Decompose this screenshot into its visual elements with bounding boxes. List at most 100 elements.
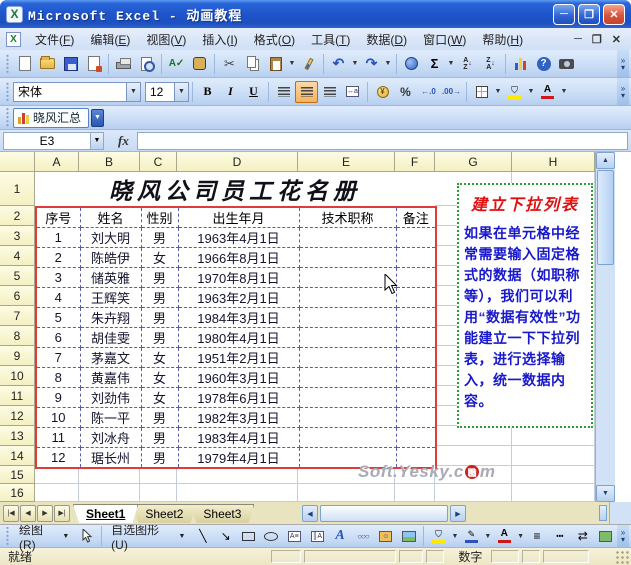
- table-cell[interactable]: 1: [35, 227, 81, 248]
- table-cell[interactable]: [395, 407, 437, 428]
- fill-color-dropdown[interactable]: ▼: [526, 81, 536, 103]
- scroll-down-icon[interactable]: ▼: [596, 485, 615, 502]
- diagram-icon[interactable]: ○○○: [352, 525, 375, 547]
- table-cell[interactable]: [395, 287, 437, 308]
- menu-o[interactable]: 格式(O): [246, 30, 303, 50]
- cell-H13[interactable]: [512, 426, 595, 446]
- column-header-c[interactable]: C: [140, 152, 177, 172]
- row-header-10[interactable]: 10: [0, 366, 35, 386]
- next-sheet-icon[interactable]: ▶: [37, 504, 53, 522]
- menu-v[interactable]: 视图(V): [138, 30, 194, 50]
- toolbar-grip[interactable]: [5, 108, 10, 127]
- line-color-dropdown[interactable]: ▼: [483, 525, 493, 547]
- table-cell[interactable]: 9: [35, 387, 81, 408]
- vertical-scrollbar[interactable]: ▲ ▼: [595, 152, 615, 502]
- table-cell[interactable]: 陈一平: [79, 407, 142, 428]
- table-cell[interactable]: 茅嘉文: [79, 347, 142, 368]
- font-color-button[interactable]: A: [536, 81, 559, 103]
- table-cell[interactable]: 朱卉翔: [79, 307, 142, 328]
- row-header-6[interactable]: 6: [0, 286, 35, 306]
- arrow-icon[interactable]: ↘: [214, 525, 237, 547]
- borders-dropdown[interactable]: ▼: [493, 81, 503, 103]
- fill-color-button[interactable]: ⛉: [503, 81, 526, 103]
- table-cell[interactable]: 3: [35, 267, 81, 288]
- table-cell[interactable]: [298, 327, 397, 348]
- menu-w[interactable]: 窗口(W): [415, 30, 474, 50]
- table-cell[interactable]: 储英雅: [79, 267, 142, 288]
- toolbar-grip[interactable]: [5, 80, 10, 103]
- table-cell[interactable]: 1984年3月1日: [177, 307, 300, 328]
- menu-f[interactable]: 文件(F): [27, 30, 82, 50]
- table-cell[interactable]: 女: [140, 347, 179, 368]
- decrease-decimal-button[interactable]: .00→: [440, 81, 463, 103]
- currency-button[interactable]: ¥: [371, 81, 394, 103]
- table-cell[interactable]: 女: [140, 367, 179, 388]
- table-cell[interactable]: 刘劲伟: [79, 387, 142, 408]
- picture-icon[interactable]: [397, 525, 420, 547]
- table-cell[interactable]: [298, 247, 397, 268]
- toolbar-options-icon[interactable]: ▼: [91, 108, 105, 127]
- table-cell[interactable]: [298, 387, 397, 408]
- table-cell[interactable]: 1970年8月1日: [177, 267, 300, 288]
- table-header-cell[interactable]: 姓名: [79, 206, 142, 228]
- arrow-style-icon[interactable]: ⇄: [571, 525, 594, 547]
- table-cell[interactable]: 男: [140, 407, 179, 428]
- row-header-8[interactable]: 8: [0, 326, 35, 346]
- bold-button[interactable]: B: [196, 81, 219, 103]
- table-cell[interactable]: 刘大明: [79, 227, 142, 248]
- table-cell[interactable]: 男: [140, 267, 179, 288]
- clipart-icon[interactable]: ☺: [374, 525, 397, 547]
- increase-decimal-button[interactable]: ←.0: [417, 81, 440, 103]
- table-cell[interactable]: 2: [35, 247, 81, 268]
- row-header-4[interactable]: 4: [0, 246, 35, 266]
- merge-center-button[interactable]: ↔a: [341, 81, 364, 103]
- xiaofeng-summary-button[interactable]: 晓风汇总: [13, 107, 90, 128]
- table-cell[interactable]: 刘冰舟: [79, 427, 142, 448]
- paste-dropdown[interactable]: ▼: [287, 53, 297, 75]
- minimize-button[interactable]: ─: [553, 3, 575, 25]
- table-cell[interactable]: [298, 367, 397, 388]
- column-header-a[interactable]: A: [35, 152, 79, 172]
- menu-d[interactable]: 数据(D): [358, 30, 415, 50]
- scroll-left-icon[interactable]: ◀: [302, 505, 318, 522]
- cut-button[interactable]: ✂: [218, 53, 241, 75]
- column-header-f[interactable]: F: [395, 152, 435, 172]
- chevron-down-icon[interactable]: ▼: [174, 82, 188, 101]
- row-header-15[interactable]: 15: [0, 466, 35, 484]
- table-cell[interactable]: [298, 287, 397, 308]
- table-header-cell[interactable]: 技术职称: [298, 206, 397, 228]
- workbook-restore-button[interactable]: ❐: [592, 33, 602, 46]
- table-cell[interactable]: 1979年4月1日: [177, 447, 300, 469]
- font-size-combo[interactable]: 12 ▼: [145, 81, 189, 102]
- font-color-dropdown[interactable]: ▼: [516, 525, 526, 547]
- copy-button[interactable]: [241, 53, 264, 75]
- camera-button[interactable]: [555, 53, 578, 75]
- table-cell[interactable]: 陈皓伊: [79, 247, 142, 268]
- cell-H15[interactable]: [512, 466, 595, 484]
- table-cell[interactable]: 12: [35, 447, 81, 469]
- table-cell[interactable]: [298, 407, 397, 428]
- insert-function-icon[interactable]: fx: [118, 133, 129, 149]
- chevron-down-icon[interactable]: ▼: [126, 82, 140, 101]
- toolbar-options-icon[interactable]: » ▾: [617, 78, 629, 105]
- spelling-button[interactable]: A✓: [165, 53, 188, 75]
- tab-sheet3[interactable]: Sheet3: [190, 504, 254, 523]
- cell-D16[interactable]: [177, 484, 298, 502]
- workbook-minimize-button[interactable]: ─: [574, 33, 582, 46]
- font-color-dropdown[interactable]: ▼: [559, 81, 569, 103]
- table-cell[interactable]: 1951年2月1日: [177, 347, 300, 368]
- oval-icon[interactable]: [260, 525, 283, 547]
- table-cell[interactable]: [395, 327, 437, 348]
- close-button[interactable]: ✕: [603, 3, 625, 25]
- underline-button[interactable]: U: [242, 81, 265, 103]
- row-header-11[interactable]: 11: [0, 386, 35, 406]
- table-cell[interactable]: [298, 267, 397, 288]
- table-header-cell[interactable]: 序号: [35, 206, 81, 228]
- table-cell[interactable]: 1966年8月1日: [177, 247, 300, 268]
- table-cell[interactable]: 女: [140, 387, 179, 408]
- table-cell[interactable]: 男: [140, 427, 179, 448]
- open-button[interactable]: [36, 53, 59, 75]
- column-header-h[interactable]: H: [512, 152, 595, 172]
- table-cell[interactable]: 10: [35, 407, 81, 428]
- table-cell[interactable]: 男: [140, 447, 179, 469]
